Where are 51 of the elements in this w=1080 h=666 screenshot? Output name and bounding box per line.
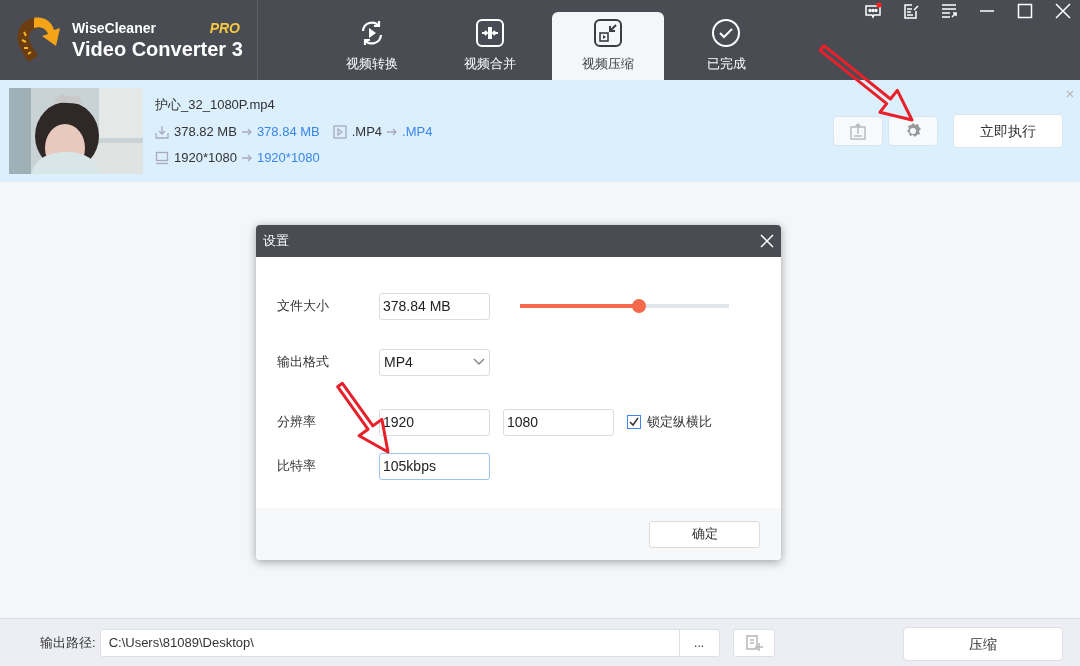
execute-button[interactable]: 立即执行 (953, 114, 1063, 148)
check-circle-icon (711, 18, 741, 49)
arrow-icon (241, 128, 252, 136)
tab[interactable]: 视频转换 (316, 12, 428, 80)
field-label: 比特率 (277, 457, 317, 476)
check-icon (629, 417, 639, 427)
field-label: 输出格式 (277, 353, 330, 372)
arrow-icon (387, 128, 398, 136)
maximize-icon[interactable] (1016, 2, 1034, 20)
tab[interactable]: 视频合并 (434, 12, 546, 80)
monitor-icon (155, 150, 169, 165)
file-size: 378.84 MB (256, 123, 320, 142)
browse-button[interactable]: ... (678, 629, 719, 656)
file-format: .MP4 (351, 123, 383, 142)
compress-icon (593, 18, 623, 49)
chevron-down-icon (473, 358, 485, 366)
play-icon (332, 125, 347, 139)
slider-thumb[interactable] (632, 299, 647, 313)
width-field[interactable]: 1920 (379, 408, 490, 436)
path-field[interactable]: C:\Users\81089\Desktop\ ... (99, 628, 720, 657)
field-label: 文件大小 (277, 297, 330, 316)
field-label: 分辨率 (277, 413, 317, 432)
export-icon (849, 122, 867, 140)
output-path-label: 输出路径: (40, 633, 96, 652)
edit-icon[interactable] (902, 2, 920, 20)
edition-label: PRO (209, 21, 240, 35)
format-dropdown[interactable]: MP4 (379, 348, 490, 376)
compress-button[interactable]: 压缩 (903, 627, 1063, 661)
file-name: 护心_32_1080P.mp4 (155, 95, 276, 114)
app-title: Video Converter 3 (72, 39, 240, 59)
download-icon (155, 125, 169, 139)
menu-icon[interactable] (940, 2, 958, 20)
ok-button[interactable]: 确定 (649, 520, 760, 548)
file-size: 378.82 MB (174, 123, 237, 142)
bitrate-field[interactable]: 105kbps (379, 452, 490, 480)
height-field[interactable]: 1080 (503, 408, 614, 436)
file-resolution: 1920*1080 (174, 148, 237, 167)
checkbox[interactable] (627, 415, 641, 429)
brand-name: WiseCleaner (72, 21, 156, 35)
settings-button[interactable] (888, 116, 938, 146)
dialog-title: 设置 (263, 232, 289, 251)
feedback-icon[interactable] (864, 2, 882, 20)
file-resolution: 1920*1080 (256, 148, 320, 167)
tab[interactable]: 已完成 (670, 12, 782, 80)
checkbox-label: 锁定纵横比 (647, 413, 712, 432)
tab[interactable]: 视频压缩 (552, 12, 664, 80)
arrow-icon (241, 153, 252, 162)
file-format: .MP4 (402, 123, 433, 142)
merge-icon (475, 18, 505, 49)
size-field[interactable]: 378.84 MB (379, 292, 490, 320)
add-file-icon (744, 633, 763, 652)
